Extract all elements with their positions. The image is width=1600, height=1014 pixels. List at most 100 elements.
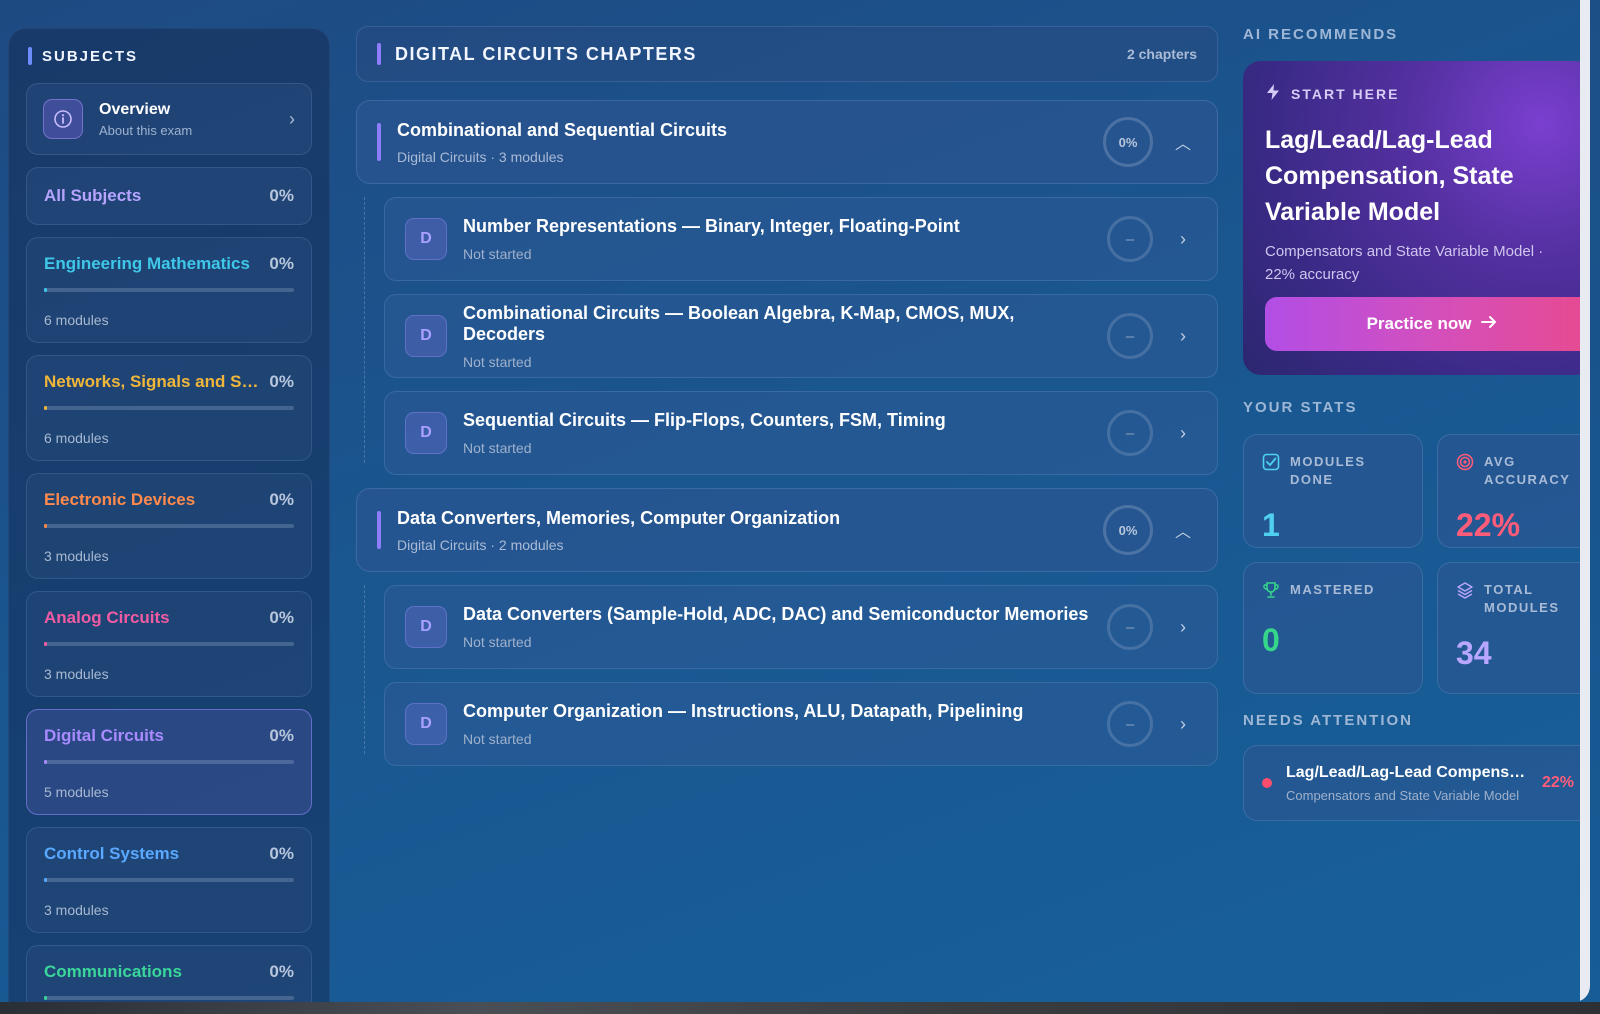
subject-name: Control Systems <box>44 844 180 863</box>
module-badge: D <box>405 218 447 260</box>
chevron-right-icon: › <box>1180 713 1186 734</box>
practice-now-button[interactable]: Practice now <box>1265 297 1590 351</box>
alert-dot-icon <box>1262 778 1272 788</box>
module-title: Data Converters (Sample-Hold, ADC, DAC) … <box>463 604 1089 624</box>
stat-value: 1 <box>1262 507 1280 543</box>
chapter-progress-ring: 0% <box>1103 505 1153 555</box>
layers-icon <box>1456 581 1474 604</box>
subject-item-control-systems[interactable]: Control Systems 0% 3 modules <box>26 827 312 933</box>
subject-module-count: 3 modules <box>44 902 109 918</box>
chevron-right-icon: › <box>1180 616 1186 637</box>
subject-percent: 0% <box>269 490 294 509</box>
module-status: Not started <box>463 634 532 650</box>
stat-total-modules: TOTAL MODULES 34 <box>1437 562 1590 694</box>
subject-item-engineering-mathematics[interactable]: Engineering Mathematics 0% 6 modules <box>26 237 312 343</box>
heading-accent <box>28 47 32 65</box>
stat-value: 34 <box>1456 635 1492 671</box>
module-status: Not started <box>463 246 532 262</box>
subject-progress-bar <box>44 760 294 764</box>
subject-percent: 0% <box>269 962 294 981</box>
module-progress-ring: – <box>1107 410 1153 456</box>
chevron-right-icon: › <box>1180 228 1186 249</box>
subject-item-networks-signals-systems[interactable]: Networks, Signals and Systems 0% 6 modul… <box>26 355 312 461</box>
chapter-accent <box>377 511 381 549</box>
subject-name: Engineering Mathematics <box>44 254 250 273</box>
stat-value: 22% <box>1456 507 1521 543</box>
subject-item-digital-circuits[interactable]: Digital Circuits 0% 5 modules <box>26 709 312 815</box>
practice-now-label: Practice now <box>1366 314 1472 333</box>
module-row[interactable]: D Sequential Circuits — Flip-Flops, Coun… <box>384 391 1218 475</box>
subject-module-count: 3 modules <box>44 548 109 564</box>
target-icon <box>1456 453 1474 476</box>
chevron-up-icon[interactable]: ︿ <box>1169 130 1197 154</box>
chapters-count: 2 chapters <box>1126 46 1197 62</box>
module-title: Number Representations — Binary, Integer… <box>463 216 960 236</box>
subject-name: Electronic Devices <box>44 490 196 509</box>
overview-subtitle: About this exam <box>99 122 193 138</box>
module-title: Sequential Circuits — Flip-Flops, Counte… <box>463 410 946 430</box>
stat-mastered: MASTERED 0 <box>1243 562 1423 694</box>
module-row[interactable]: D Computer Organization — Instructions, … <box>384 682 1218 766</box>
subject-item-communications[interactable]: Communications 0% <box>26 945 312 1002</box>
chevron-right-icon: › <box>1180 422 1186 443</box>
subject-module-count: 3 modules <box>44 666 109 682</box>
module-list: D Number Representations — Binary, Integ… <box>356 197 1218 475</box>
subject-module-count: 6 modules <box>44 312 109 328</box>
ai-recommends-label: AI RECOMMENDS <box>1243 26 1399 43</box>
sidebar-title: SUBJECTS <box>42 47 139 65</box>
overview-title: Overview <box>99 100 171 118</box>
needs-attention-label: NEEDS ATTENTION <box>1243 712 1414 729</box>
subject-progress-bar <box>44 288 294 292</box>
stat-label: AVG ACCURACY <box>1484 454 1571 487</box>
subject-item-analog-circuits[interactable]: Analog Circuits 0% 3 modules <box>26 591 312 697</box>
all-subjects-percent: 0% <box>269 186 294 205</box>
module-row[interactable]: D Data Converters (Sample-Hold, ADC, DAC… <box>384 585 1218 669</box>
tree-guide-line <box>364 585 365 754</box>
chapter-subtitle: Digital Circuits · 2 modules <box>397 536 564 553</box>
module-row[interactable]: D Combinational Circuits — Boolean Algeb… <box>384 294 1218 378</box>
chapters-title: DIGITAL CIRCUITS CHAPTERS <box>395 43 697 64</box>
module-title: Computer Organization — Instructions, AL… <box>463 701 1024 721</box>
subject-name: Digital Circuits <box>44 726 164 745</box>
chevron-right-icon: › <box>289 108 295 129</box>
stat-modules-done: MODULES DONE 1 <box>1243 434 1423 548</box>
module-progress-ring: – <box>1107 313 1153 359</box>
scrollbar[interactable] <box>1580 0 1590 1002</box>
chapter-row[interactable]: Data Converters, Memories, Computer Orga… <box>356 488 1218 572</box>
all-subjects-item[interactable]: All Subjects 0% <box>26 167 312 225</box>
module-badge: D <box>405 606 447 648</box>
stat-label: MODULES DONE <box>1290 454 1366 487</box>
module-progress-ring: – <box>1107 216 1153 262</box>
chevron-up-icon[interactable]: ︿ <box>1169 518 1197 542</box>
subject-name: Communications <box>44 962 182 981</box>
chapter-subtitle: Digital Circuits · 3 modules <box>397 148 564 165</box>
module-progress-ring: – <box>1107 604 1153 650</box>
subject-percent: 0% <box>269 254 294 273</box>
module-badge: D <box>405 412 447 454</box>
module-list: D Data Converters (Sample-Hold, ADC, DAC… <box>356 585 1218 766</box>
module-badge: D <box>405 703 447 745</box>
subject-name: Analog Circuits <box>44 608 170 627</box>
chapters-header: DIGITAL CIRCUITS CHAPTERS 2 chapters <box>356 26 1218 82</box>
chapter-title: Combinational and Sequential Circuits <box>397 119 728 140</box>
desktop-background-strip <box>0 1002 1600 1014</box>
checkbox-icon <box>1262 453 1280 476</box>
subject-percent: 0% <box>269 726 294 745</box>
subject-item-electronic-devices[interactable]: Electronic Devices 0% 3 modules <box>26 473 312 579</box>
attention-item[interactable]: Lag/Lead/Lag-Lead Compensation, State Va… <box>1243 745 1590 821</box>
sidebar-heading: SUBJECTS <box>28 47 312 65</box>
chevron-right-icon: › <box>1180 325 1186 346</box>
insights-panel: AI RECOMMENDS START HERE Lag/Lead/Lag-Le… <box>1243 26 1590 821</box>
chapter-accent <box>377 123 381 161</box>
chapter-row[interactable]: Combinational and Sequential Circuits Di… <box>356 100 1218 184</box>
info-icon <box>43 99 83 139</box>
arrow-right-icon <box>1481 314 1497 334</box>
subject-progress-bar <box>44 996 294 1000</box>
attention-subtitle: Compensators and State Variable Model <box>1286 787 1520 803</box>
chapter-progress-ring: 0% <box>1103 117 1153 167</box>
module-title: Combinational Circuits — Boolean Algebra… <box>463 302 1015 344</box>
module-row[interactable]: D Number Representations — Binary, Integ… <box>384 197 1218 281</box>
subject-percent: 0% <box>269 372 294 391</box>
chapters-panel: DIGITAL CIRCUITS CHAPTERS 2 chapters Com… <box>356 26 1218 779</box>
overview-item[interactable]: Overview About this exam › <box>26 83 312 155</box>
